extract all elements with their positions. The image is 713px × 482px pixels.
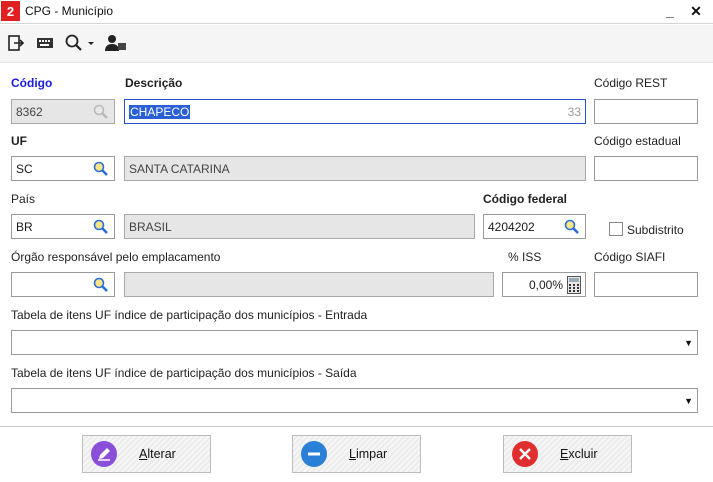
tabela-saida-select[interactable]: ▼ [11,388,698,413]
codigo-estadual-field[interactable] [594,156,698,181]
search-icon[interactable] [563,218,581,236]
exit-icon [8,35,24,51]
search-button[interactable] [63,33,97,53]
label-codigo: Código [11,76,53,90]
pais-field[interactable]: BR [11,214,115,239]
excluir-label: Excluir [560,447,598,461]
uf-field[interactable]: SC [11,156,115,181]
iss-field[interactable]: 0,00% [502,272,586,297]
descricao-value: CHAPECO [129,104,191,119]
codigo-rest-field[interactable] [594,99,698,124]
codigo-value: 8362 [16,104,43,119]
window-title: CPG - Município [25,4,114,18]
minimize-button[interactable]: _ [660,1,680,21]
uf-value: SC [16,161,33,176]
alterar-button[interactable]: Alterar [82,435,211,473]
label-iss: % ISS [508,250,542,264]
label-pais: País [11,192,36,206]
app-icon: 2 [1,1,20,21]
uf-nome-field: SANTA CATARINA [124,156,586,181]
keyboard-card-icon [37,38,53,48]
tabela-entrada-select[interactable]: ▼ [11,330,698,355]
search-dropdown-icon [65,34,94,51]
chevron-down-icon[interactable]: ▼ [684,338,693,348]
label-orgao: Órgão responsável pelo emplacamento [11,250,221,264]
descricao-field[interactable]: CHAPECO 33 [124,99,586,124]
label-uf: UF [11,134,27,148]
label-tabela-entrada: Tabela de itens UF índice de participaçã… [11,308,368,322]
label-codigo-federal: Código federal [483,192,568,206]
excluir-button[interactable]: Excluir [503,435,632,473]
orgao-nome-field [124,272,494,297]
codigo-federal-field[interactable]: 4204202 [483,214,586,239]
user-button[interactable] [104,33,128,53]
codigo-federal-value: 4204202 [488,219,535,234]
label-subdistrito: Subdistrito [627,223,684,237]
edit-pen-icon [91,441,117,467]
iss-value: 0,00% [528,277,563,292]
close-button[interactable]: ✕ [686,1,706,21]
descricao-char-counter: 33 [567,104,581,119]
label-descricao: Descrição [125,76,183,90]
chevron-down-icon[interactable]: ▼ [684,396,693,406]
pais-nome-field: BRASIL [124,214,475,239]
label-tabela-saida: Tabela de itens UF índice de participaçã… [11,366,357,380]
exit-button[interactable] [7,33,25,53]
search-icon[interactable] [92,160,110,178]
pais-value: BR [16,219,33,234]
label-codigo-estadual: Código estadual [594,134,681,148]
minus-circle-icon [301,441,327,467]
toolbar [0,25,713,63]
uf-nome-value: SANTA CATARINA [129,161,230,176]
search-icon[interactable] [92,276,110,294]
codigo-field[interactable]: 8362 [11,99,115,124]
codigo-siafi-field[interactable] [594,272,698,297]
calculator-icon[interactable] [567,275,581,294]
pais-nome-value: BRASIL [129,219,172,234]
search-icon[interactable] [92,218,110,236]
orgao-field[interactable] [11,272,115,297]
limpar-button[interactable]: Limpar [292,435,421,473]
title-bar: 2 CPG - Município _ ✕ [0,0,713,24]
user-icon [105,35,126,51]
card-button[interactable] [35,33,55,53]
alterar-label: Alterar [139,447,176,461]
label-codigo-rest: Código REST [594,76,668,90]
delete-x-icon [512,441,538,467]
subdistrito-checkbox[interactable] [609,222,623,236]
label-codigo-siafi: Código SIAFI [594,250,666,264]
limpar-label: Limpar [349,447,388,461]
search-icon [93,104,108,119]
